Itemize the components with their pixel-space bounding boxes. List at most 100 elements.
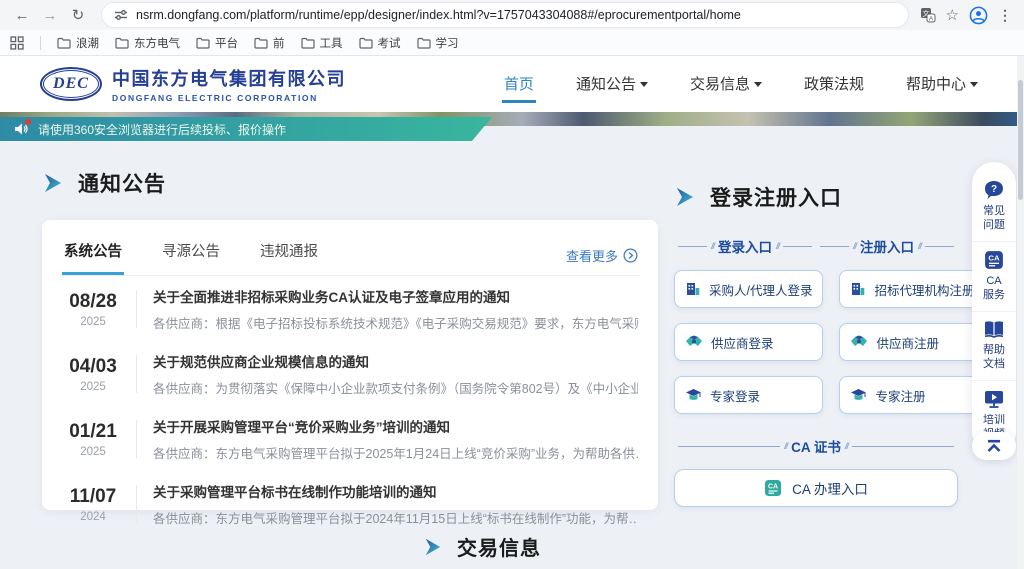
profile-avatar-icon[interactable]	[969, 6, 988, 25]
collapse-sidebar-button[interactable]	[972, 432, 1016, 460]
bookmark-folder[interactable]: 考试	[359, 35, 401, 51]
faq-shortcut[interactable]: ? 常见问题	[972, 172, 1016, 241]
ca-icon: CA	[984, 250, 1004, 270]
nav-item-help-center[interactable]: 帮助中心	[904, 65, 980, 103]
register-entry-header: 注册入口	[816, 236, 958, 256]
nav-item-policies[interactable]: 政策法规	[802, 65, 866, 103]
main-nav: 首页 通知公告 交易信息 政策法规 帮助中心	[502, 65, 980, 103]
entry-button-label: 招标代理机构注册	[874, 280, 974, 299]
page-scrollbar[interactable]	[1017, 56, 1024, 569]
section-arrow-icon	[42, 173, 64, 193]
notice-list-item[interactable]: 08/28 2025 关于全面推进非招标采购业务CA认证及电子签章应用的通知 各…	[60, 276, 640, 341]
trade-info-section: 交易信息	[0, 532, 964, 561]
browser-notice-ribbon: 请使用360安全浏览器进行后续投标、报价操作	[0, 117, 492, 141]
section-title: 登录注册入口	[710, 182, 842, 212]
tab-sourcing-notices[interactable]: 寻源公告	[160, 234, 222, 275]
notice-list-item[interactable]: 01/21 2025 关于开展采购管理平台“竞价采购业务”培训的通知 各供应商：…	[60, 406, 640, 471]
supplier-register-button[interactable]: 供应商注册	[839, 323, 985, 361]
bookmark-folder[interactable]: 平台	[196, 35, 238, 51]
bookmark-label: 东方电气	[134, 35, 180, 51]
view-more-link[interactable]: 查看更多	[566, 246, 638, 275]
bookmarks-bar: 浪潮 东方电气 平台 前 工具 考试 学习	[0, 30, 1024, 56]
shortcut-label: 帮助文档	[981, 343, 1007, 371]
notice-title[interactable]: 关于全面推进非招标采购业务CA认证及电子签章应用的通知	[153, 286, 638, 306]
handshake-icon	[850, 335, 868, 349]
section-arrow-icon	[674, 187, 696, 207]
dec-logo-icon: DEC	[40, 67, 102, 101]
company-logo[interactable]: DEC 中国东方电气集团有限公司 DONGFANG ELECTRIC CORPO…	[40, 65, 346, 103]
tab-violation-reports[interactable]: 违规通报	[258, 234, 320, 275]
company-name-en: DONGFANG ELECTRIC CORPORATION	[112, 93, 346, 103]
purchaser-agent-login-button[interactable]: 采购人/代理人登录	[674, 270, 823, 308]
bookmark-star-icon[interactable]: ☆	[946, 6, 959, 24]
browser-menu-icon[interactable]: ⋮	[998, 7, 1012, 24]
url-text[interactable]: nsrm.dongfang.com/platform/runtime/epp/d…	[136, 8, 741, 22]
nav-item-home[interactable]: 首页	[502, 65, 536, 103]
entry-button-label: 专家注册	[875, 386, 925, 405]
ca-cert-header: CA 证书	[674, 436, 958, 456]
chevron-down-icon	[970, 82, 978, 87]
bookmark-label: 浪潮	[76, 35, 99, 51]
forward-icon[interactable]: →	[38, 3, 62, 27]
svg-text:CA: CA	[988, 254, 1000, 263]
entry-button-label: 供应商注册	[876, 333, 939, 352]
folder-icon	[254, 37, 268, 49]
notice-date: 11/07 2024	[62, 486, 124, 523]
ca-apply-button[interactable]: CA CA 办理入口	[674, 469, 958, 507]
nav-item-trade-info[interactable]: 交易信息	[688, 65, 764, 103]
notices-section: 通知公告 系统公告 寻源公告 违规通报 查看更多 08/2	[42, 126, 658, 510]
collapse-top-icon	[985, 439, 1003, 453]
divider	[136, 485, 137, 523]
bookmark-folder[interactable]: 工具	[301, 35, 343, 51]
entry-button-label: 专家登录	[710, 386, 760, 405]
bookmark-folder[interactable]: 学习	[417, 35, 459, 51]
bookmark-folder[interactable]: 前	[254, 35, 285, 51]
folder-icon	[417, 37, 431, 49]
address-bar[interactable]: nsrm.dongfang.com/platform/runtime/epp/d…	[102, 3, 908, 27]
apps-grid-icon[interactable]	[10, 36, 24, 50]
alert-dot	[25, 119, 31, 125]
help-docs-shortcut[interactable]: 帮助文档	[972, 311, 1016, 380]
chevron-down-icon	[640, 82, 648, 87]
divider	[136, 290, 137, 328]
notice-list-item[interactable]: 11/07 2024 关于采购管理平台标书在线制作功能培训的通知 各供应商：东方…	[60, 471, 640, 536]
bookmark-folder[interactable]: 浪潮	[57, 35, 99, 51]
bookmark-label: 学习	[436, 35, 459, 51]
refresh-icon[interactable]: ↻	[66, 3, 90, 27]
building-icon	[850, 281, 866, 297]
speaker-icon	[14, 122, 30, 136]
nav-item-notices[interactable]: 通知公告	[574, 65, 650, 103]
ribbon-text: 请使用360安全浏览器进行后续投标、报价操作	[38, 121, 286, 138]
bookmark-label: 工具	[320, 35, 343, 51]
svg-text:CA: CA	[768, 484, 778, 491]
login-entry-header: 登录入口	[674, 236, 816, 256]
notice-desc: 各供应商：根据《电子招标投标系统技术规范》《电子采购交易规范》要求，东方电气采购…	[153, 313, 638, 332]
notice-desc: 各供应商：东方电气采购管理平台拟于2025年1月24日上线“竞价采购”业务，为帮…	[153, 443, 638, 462]
notice-list-item[interactable]: 04/03 2025 关于规范供应商企业规模信息的通知 各供应商：为贯彻落实《保…	[60, 341, 640, 406]
bookmark-label: 前	[273, 35, 285, 51]
browser-window: ← → ↻ nsrm.dongfang.com/platform/runtime…	[0, 0, 1024, 569]
ca-service-shortcut[interactable]: CA CA服务	[972, 241, 1016, 311]
expert-login-button[interactable]: 专家登录	[674, 376, 823, 414]
bookmark-label: 考试	[378, 35, 401, 51]
tab-system-notices[interactable]: 系统公告	[62, 234, 124, 275]
bookmark-folder[interactable]: 东方电气	[115, 35, 180, 51]
entry-button-label: 供应商登录	[711, 333, 774, 352]
notice-title[interactable]: 关于开展采购管理平台“竞价采购业务”培训的通知	[153, 416, 638, 436]
expert-register-button[interactable]: 专家注册	[839, 376, 985, 414]
company-name-cn: 中国东方电气集团有限公司	[112, 65, 346, 91]
notice-title[interactable]: 关于规范供应商企业规模信息的通知	[153, 351, 638, 371]
supplier-login-button[interactable]: 供应商登录	[674, 323, 823, 361]
notice-date: 04/03 2025	[62, 356, 124, 393]
section-arrow-icon	[423, 538, 443, 556]
notice-title[interactable]: 关于采购管理平台标书在线制作功能培训的通知	[153, 481, 638, 501]
bidding-agency-register-button[interactable]: 招标代理机构注册	[839, 270, 985, 308]
site-settings-icon[interactable]	[114, 8, 128, 22]
login-register-section: 登录注册入口 登录入口 注册入口	[674, 126, 958, 510]
graduation-cap-icon	[685, 388, 702, 403]
divider	[136, 420, 137, 458]
scrollbar-thumb[interactable]	[1018, 80, 1023, 200]
back-icon[interactable]: ←	[10, 3, 34, 27]
notice-date: 08/28 2025	[62, 291, 124, 328]
translate-icon[interactable]: 文A	[920, 7, 936, 23]
